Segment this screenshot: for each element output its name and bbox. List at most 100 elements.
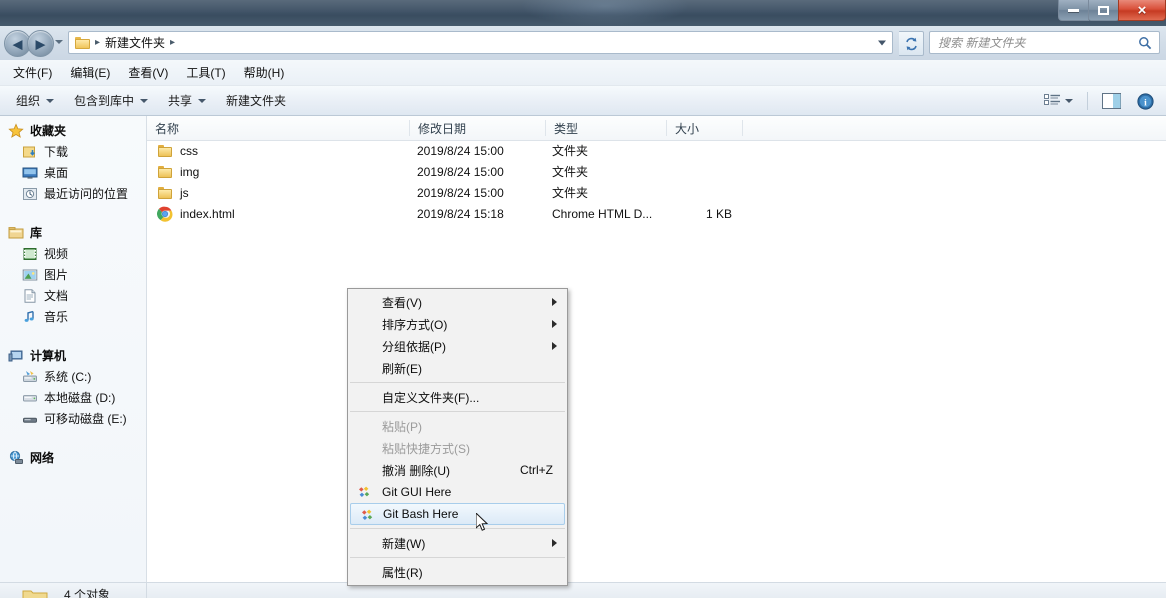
include-in-library-button[interactable]: 包含到库中 — [64, 88, 158, 113]
chevron-down-icon[interactable] — [878, 40, 886, 45]
music-icon — [22, 309, 38, 325]
menu-item-file[interactable]: 文件(F) — [4, 61, 61, 84]
include-in-library-label: 包含到库中 — [74, 94, 135, 108]
file-name: img — [180, 164, 200, 179]
context-menu-item-git-bash-here[interactable]: Git Bash Here — [350, 503, 565, 525]
new-folder-button[interactable]: 新建文件夹 — [216, 88, 296, 113]
sidebar-item-network[interactable]: 网络 — [0, 447, 146, 468]
file-rows: css 2019/8/24 15:00 文件夹 img 2019/8/24 15… — [147, 140, 1166, 224]
recent-pages-dropdown-icon[interactable] — [55, 40, 63, 44]
menu-item-help[interactable]: 帮助(H) — [235, 61, 294, 84]
context-menu-label: 粘贴(P) — [382, 419, 422, 434]
status-text: 4 个对象 — [64, 588, 111, 598]
back-arrow-icon: ◀ — [12, 36, 23, 51]
forward-button[interactable]: ▶ — [27, 30, 54, 57]
share-label: 共享 — [168, 94, 193, 108]
file-list-pane: 名称 修改日期 类型 大小 css 2019/8/24 15:00 文件夹 im… — [147, 116, 1166, 582]
breadcrumb-separator-trailing[interactable]: ▸ — [170, 37, 175, 48]
chevron-down-icon — [198, 98, 207, 103]
file-type: Chrome HTML D... — [552, 206, 653, 221]
sidebar-item-favorites[interactable]: 收藏夹 — [0, 120, 146, 141]
sidebar-item-music[interactable]: 音乐 — [0, 306, 146, 327]
table-row[interactable]: js 2019/8/24 15:00 文件夹 — [147, 182, 1166, 203]
context-menu-label: 排序方式(O) — [382, 317, 448, 332]
context-menu-separator — [350, 382, 565, 383]
sidebar-group-favorites: 收藏夹 下载 桌面 最近访问的位置 — [0, 120, 146, 204]
forward-arrow-icon: ▶ — [35, 36, 46, 51]
context-menu-separator — [350, 557, 565, 558]
sidebar-label: 库 — [30, 226, 43, 240]
local-disk-icon — [22, 390, 38, 406]
search-placeholder: 搜索 新建文件夹 — [938, 36, 1026, 50]
view-mode-icon — [1044, 93, 1060, 105]
column-header-name[interactable]: 名称 — [147, 116, 409, 140]
minimize-button[interactable] — [1058, 0, 1089, 21]
table-row[interactable]: css 2019/8/24 15:00 文件夹 — [147, 140, 1166, 161]
maximize-button[interactable] — [1088, 0, 1119, 21]
context-menu-item-refresh[interactable]: 刷新(E) — [348, 357, 567, 379]
maximize-icon — [1098, 5, 1109, 15]
sidebar-item-computer[interactable]: 计算机 — [0, 345, 146, 366]
sidebar-item-documents[interactable]: 文档 — [0, 285, 146, 306]
submenu-arrow-icon — [552, 342, 557, 350]
table-row[interactable]: img 2019/8/24 15:00 文件夹 — [147, 161, 1166, 182]
menu-item-view[interactable]: 查看(V) — [119, 61, 177, 84]
context-menu-accelerator: Ctrl+Z — [520, 463, 553, 477]
sidebar-item-local-disk-d[interactable]: 本地磁盘 (D:) — [0, 387, 146, 408]
context-menu-item-new[interactable]: 新建(W) — [348, 532, 567, 554]
folder-icon — [75, 36, 90, 49]
context-menu-item-customize-folder[interactable]: 自定义文件夹(F)... — [348, 386, 567, 408]
title-bar: × — [0, 0, 1166, 26]
explorer-window: × ◀ ▶ ▸ 新建文件夹 ▸ 搜索 新建文件夹 文件(F) 编辑(E) 查看(… — [0, 0, 1166, 598]
help-button[interactable]: i — [1131, 90, 1160, 113]
folder-icon — [157, 143, 173, 159]
chevron-down-icon — [140, 98, 149, 103]
refresh-button[interactable] — [899, 31, 924, 56]
close-icon: × — [1137, 1, 1147, 19]
sidebar-item-pictures[interactable]: 图片 — [0, 264, 146, 285]
sidebar-label: 下载 — [44, 145, 69, 159]
sidebar-item-recent-places[interactable]: 最近访问的位置 — [0, 183, 146, 204]
table-row[interactable]: index.html 2019/8/24 15:18 Chrome HTML D… — [147, 203, 1166, 224]
context-menu-separator — [350, 528, 565, 529]
context-menu-item-properties[interactable]: 属性(R) — [348, 561, 567, 583]
organize-button[interactable]: 组织 — [6, 88, 64, 113]
context-menu-item-view[interactable]: 查看(V) — [348, 291, 567, 313]
sidebar-item-libraries[interactable]: 库 — [0, 222, 146, 243]
column-divider[interactable] — [742, 120, 743, 136]
search-input[interactable]: 搜索 新建文件夹 — [929, 31, 1160, 54]
context-menu-label: Git GUI Here — [382, 485, 452, 499]
column-headers: 名称 修改日期 类型 大小 — [147, 116, 1166, 141]
menu-item-edit[interactable]: 编辑(E) — [61, 61, 119, 84]
status-bar-divider — [146, 583, 147, 598]
submenu-arrow-icon — [552, 539, 557, 547]
sidebar-item-videos[interactable]: 视频 — [0, 243, 146, 264]
context-menu-item-undo-delete[interactable]: 撤消 删除(U) Ctrl+Z — [348, 459, 567, 481]
context-menu-item-git-gui-here[interactable]: Git GUI Here — [348, 481, 567, 503]
column-header-date[interactable]: 修改日期 — [410, 116, 545, 140]
preview-pane-button[interactable] — [1096, 90, 1127, 112]
sidebar-item-removable-disk-e[interactable]: 可移动磁盘 (E:) — [0, 408, 146, 429]
sidebar-item-system-drive[interactable]: 系统 (C:) — [0, 366, 146, 387]
folder-icon — [157, 164, 173, 180]
context-menu-item-group-by[interactable]: 分组依据(P) — [348, 335, 567, 357]
sidebar-item-desktop[interactable]: 桌面 — [0, 162, 146, 183]
sidebar-label: 计算机 — [30, 349, 67, 363]
share-button[interactable]: 共享 — [158, 88, 216, 113]
column-header-size[interactable]: 大小 — [667, 116, 742, 140]
desktop-icon — [22, 165, 38, 181]
column-header-type[interactable]: 类型 — [546, 116, 666, 140]
breadcrumb[interactable]: ▸ 新建文件夹 ▸ — [68, 31, 893, 54]
menu-item-tools[interactable]: 工具(T) — [177, 61, 234, 84]
breadcrumb-path[interactable]: 新建文件夹 — [105, 34, 165, 51]
context-menu-item-sort-by[interactable]: 排序方式(O) — [348, 313, 567, 335]
computer-icon — [8, 348, 24, 364]
close-button[interactable]: × — [1118, 0, 1166, 21]
window-controls: × — [1058, 0, 1166, 22]
view-mode-button[interactable] — [1038, 91, 1079, 112]
library-icon — [8, 225, 24, 241]
pictures-icon — [22, 267, 38, 283]
sidebar-item-downloads[interactable]: 下载 — [0, 141, 146, 162]
